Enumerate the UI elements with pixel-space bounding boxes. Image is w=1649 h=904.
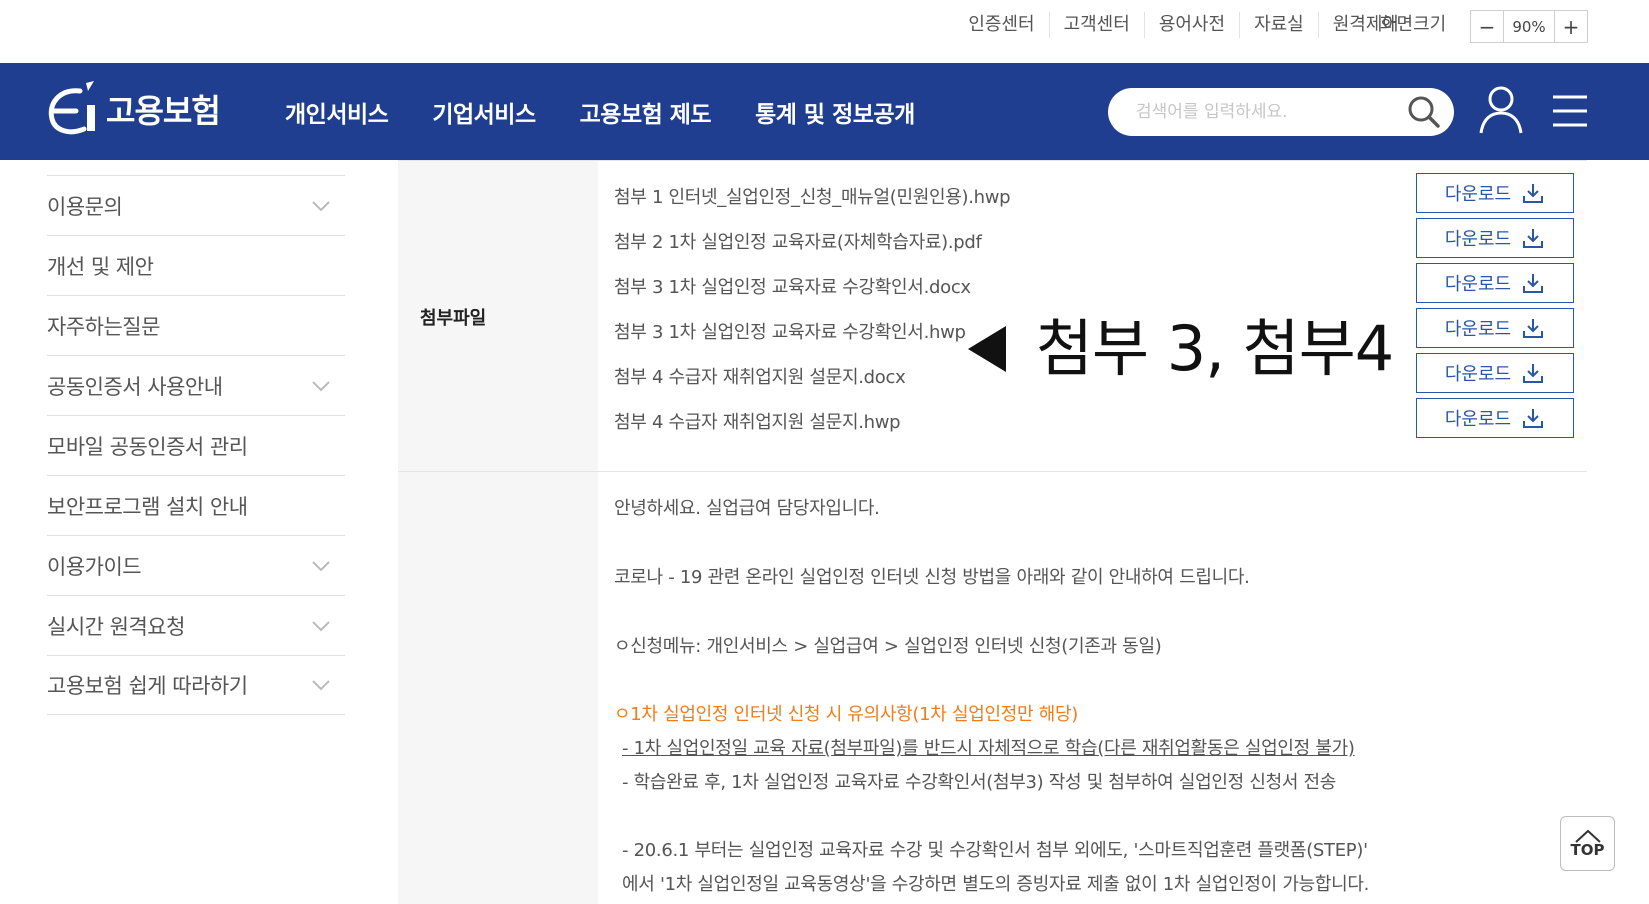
sidebar-item-label: 보안프로그램 설치 안내 — [47, 494, 248, 519]
nav-insurance-system[interactable]: 고용보험 제도 — [580, 95, 712, 129]
util-link-glossary[interactable]: 용어사전 — [1145, 12, 1241, 38]
zoom-in-button[interactable]: + — [1555, 11, 1587, 42]
attachment-section: 첨부파일 첨부 1 인터넷_실업인정_신청_매뉴얼(민원인용).hwp 다운로드 첨… — [398, 160, 1587, 472]
attachment-row: 첨부 1 인터넷_실업인정_신청_매뉴얼(민원인용).hwp 다운로드 — [598, 173, 1587, 220]
chevron-down-icon — [312, 560, 330, 571]
sidebar-item-label: 개선 및 제안 — [47, 254, 154, 279]
util-link-archive[interactable]: 자료실 — [1240, 12, 1319, 38]
search-icon — [1408, 96, 1440, 128]
hamburger-icon — [1553, 95, 1587, 127]
utility-bar: 인증센터 고객센터 용어사전 자료실 원격제어 화면크기 − 90% + — [0, 0, 1649, 63]
sidebar-item-label: 고용보험 쉽게 따라하기 — [47, 674, 248, 698]
download-button-label: 다운로드 — [1444, 274, 1512, 295]
attachment-file-name[interactable]: 첨부 3 1차 실업인정 교육자료 수강확인서.hwp — [614, 318, 966, 344]
nav-personal-services[interactable]: 개인서비스 — [285, 95, 389, 129]
body-line: 코로나 - 19 관련 온라인 실업인정 인터넷 신청 방법을 아래와 같이 안… — [614, 567, 1250, 588]
chevron-down-icon — [312, 620, 330, 631]
zoom-out-button[interactable]: − — [1471, 11, 1503, 42]
post-body-section: 안녕하세요. 실업급여 담당자입니다. 코로나 - 19 관련 온라인 실업인정 … — [398, 472, 1587, 904]
attachment-row: 첨부 3 1차 실업인정 교육자료 수강확인서.docx 다운로드 — [598, 263, 1587, 310]
search-box — [1108, 88, 1454, 136]
zoom-control: − 90% + — [1470, 10, 1588, 43]
util-link-cert-center[interactable]: 인증센터 — [954, 12, 1050, 38]
sidebar-item-label: 이용문의 — [47, 194, 123, 219]
download-button[interactable]: 다운로드 — [1416, 353, 1574, 393]
attachment-file-name[interactable]: 첨부 3 1차 실업인정 교육자료 수강확인서.docx — [614, 273, 971, 299]
download-icon — [1523, 274, 1544, 293]
sidebar-item-label: 공동인증서 사용안내 — [47, 374, 223, 399]
sidebar-item[interactable]: 실시간 원격요청 — [47, 595, 345, 655]
util-link-customer-center[interactable]: 고객센터 — [1050, 12, 1145, 38]
body-line: - 1차 실업인정일 교육 자료(첨부파일)를 반드시 자체적으로 학습(다른 … — [622, 738, 1355, 759]
sidebar-item[interactable]: 고용보험 쉽게 따라하기 — [47, 655, 345, 715]
scroll-top-button[interactable]: TOP — [1560, 816, 1615, 871]
body-line: 안녕하세요. 실업급여 담당자입니다. — [614, 498, 880, 519]
body-line: - 20.6.1 부터는 실업인정 교육자료 수강 및 수강확인서 첨부 외에도… — [622, 840, 1368, 861]
chevron-down-icon — [312, 680, 330, 691]
download-icon — [1523, 364, 1544, 383]
zoom-value: 90% — [1503, 11, 1555, 42]
download-button[interactable]: 다운로드 — [1416, 398, 1574, 438]
ei-logo-icon — [48, 81, 95, 135]
sidebar-item[interactable]: 모바일 공동인증서 관리 — [47, 415, 345, 475]
nav-corporate-services[interactable]: 기업서비스 — [432, 95, 536, 129]
user-button[interactable] — [1478, 85, 1524, 135]
sidebar-item-label: 이용가이드 — [47, 554, 142, 579]
sidebar-item[interactable]: 개선 및 제안 — [47, 235, 345, 295]
download-icon — [1523, 184, 1544, 203]
user-icon — [1479, 86, 1523, 134]
attachment-heading: 첨부파일 — [420, 308, 487, 329]
download-icon — [1523, 319, 1544, 338]
sidebar-item-label: 자주하는질문 — [47, 314, 160, 339]
content-area: 첨부파일 첨부 1 인터넷_실업인정_신청_매뉴얼(민원인용).hwp 다운로드 첨… — [398, 160, 1587, 904]
download-button-label: 다운로드 — [1444, 184, 1512, 205]
download-button-label: 다운로드 — [1444, 319, 1512, 340]
download-button[interactable]: 다운로드 — [1416, 173, 1574, 213]
menu-button[interactable] — [1552, 91, 1588, 131]
search-button[interactable] — [1406, 94, 1442, 130]
download-icon — [1523, 229, 1544, 248]
attachment-file-name[interactable]: 첨부 4 수급자 재취업지원 설문지.hwp — [614, 408, 901, 434]
sidebar-item[interactable]: 공동인증서 사용안내 — [47, 355, 345, 415]
annotation-callout: 첨부 3, 첨부4 — [968, 312, 1394, 385]
download-button-label: 다운로드 — [1444, 409, 1512, 430]
attachment-heading-cell: 첨부파일 — [398, 161, 598, 471]
sidebar-item[interactable]: 자주하는질문 — [47, 295, 345, 355]
attachment-row: 첨부 2 1차 실업인정 교육자료(자체학습자료).pdf 다운로드 — [598, 218, 1587, 265]
zoom-label: 화면크기 — [1380, 14, 1447, 35]
logo-text: 고용보험 — [106, 92, 221, 130]
sidebar-menu: 이용문의개선 및 제안자주하는질문공동인증서 사용안내모바일 공동인증서 관리보… — [47, 175, 345, 715]
attachment-file-name[interactable]: 첨부 1 인터넷_실업인정_신청_매뉴얼(민원인용).hwp — [614, 183, 1011, 209]
body-line: ㅇ1차 실업인정 인터넷 신청 시 유의사항(1차 실업인정만 해당) — [614, 704, 1078, 725]
sidebar-item-label: 모바일 공동인증서 관리 — [47, 434, 248, 459]
download-button[interactable]: 다운로드 — [1416, 218, 1574, 258]
nav-statistics-info[interactable]: 통계 및 정보공개 — [755, 95, 915, 129]
site-logo[interactable]: 고용보험 — [46, 79, 221, 139]
sidebar-item-label: 실시간 원격요청 — [47, 614, 185, 639]
scroll-top-label: TOP — [1570, 841, 1605, 859]
sidebar-item[interactable]: 보안프로그램 설치 안내 — [47, 475, 345, 535]
download-button-label: 다운로드 — [1444, 364, 1512, 385]
main-header: 고용보험 개인서비스 기업서비스 고용보험 제도 통계 및 정보공개 — [0, 63, 1649, 160]
sidebar-item[interactable]: 이용문의 — [47, 175, 345, 235]
sidebar-item[interactable]: 이용가이드 — [47, 535, 345, 595]
body-heading-cell — [398, 472, 598, 904]
search-input[interactable] — [1136, 88, 1396, 136]
download-button[interactable]: 다운로드 — [1416, 308, 1574, 348]
body-line: ㅇ신청메뉴: 개인서비스 > 실업급여 > 실업인정 인터넷 신청(기존과 동일… — [614, 636, 1162, 657]
attachment-file-name[interactable]: 첨부 4 수급자 재취업지원 설문지.docx — [614, 363, 906, 389]
annotation-text: 첨부 3, 첨부4 — [1036, 312, 1394, 385]
download-button-label: 다운로드 — [1444, 229, 1512, 250]
download-icon — [1523, 409, 1544, 428]
body-line: 에서 '1차 실업인정일 교육동영상'을 수강하면 별도의 증빙자료 제출 없이… — [622, 874, 1370, 895]
chevron-down-icon — [312, 380, 330, 391]
utility-links: 인증센터 고객센터 용어사전 자료실 원격제어 — [954, 12, 1413, 38]
download-button[interactable]: 다운로드 — [1416, 263, 1574, 303]
attachment-file-name[interactable]: 첨부 2 1차 실업인정 교육자료(자체학습자료).pdf — [614, 228, 982, 254]
main-nav: 개인서비스 기업서비스 고용보험 제도 통계 및 정보공개 — [285, 95, 959, 129]
attachment-row: 첨부 4 수급자 재취업지원 설문지.hwp 다운로드 — [598, 398, 1587, 445]
left-arrow-icon — [968, 326, 1006, 372]
chevron-down-icon — [312, 200, 330, 211]
body-line: - 학습완료 후, 1차 실업인정 교육자료 수강확인서(첨부3) 작성 및 첨… — [622, 772, 1337, 793]
